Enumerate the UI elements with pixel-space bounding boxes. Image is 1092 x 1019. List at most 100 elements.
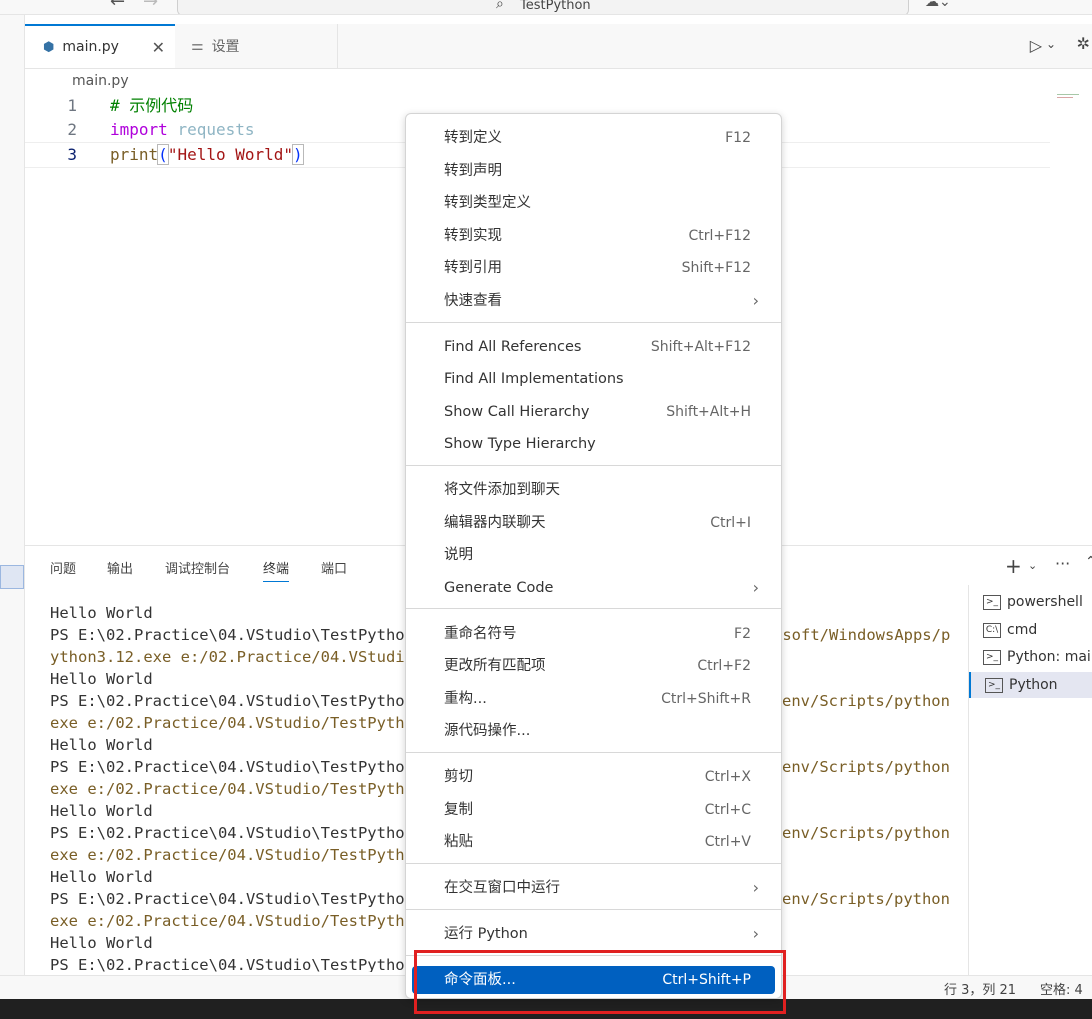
terminal-icon: >_ <box>983 594 1001 610</box>
chevron-right-icon: › <box>752 878 759 897</box>
debug-icon[interactable]: ✲ <box>1077 34 1090 53</box>
terminal-item-cmd[interactable]: C:\ cmd <box>969 617 1092 643</box>
activity-bar-edge <box>0 15 25 975</box>
terminal-line: Hello World <box>50 604 153 622</box>
tab-problems[interactable]: 问题 <box>50 558 76 577</box>
menu-separator <box>406 752 781 753</box>
terminal-item-python[interactable]: >_ Python <box>969 672 1092 698</box>
code-text: print("Hello World") <box>110 144 304 165</box>
cursor-position[interactable]: 行 3，列 21 <box>944 979 1016 998</box>
command-center-search[interactable]: ⌕ TestPython <box>177 0 909 14</box>
run-icon[interactable]: ▷ <box>1030 36 1042 55</box>
menu-item-run-in-interactive-window[interactable]: 在交互窗口中运行 › <box>412 874 775 902</box>
terminal-line: exe e:/02.Practice/04.VStudio/TestPython <box>50 714 424 732</box>
python-file-icon: ⬢ <box>43 39 55 55</box>
annotation-highlight-box <box>414 950 786 1014</box>
terminal-line: exe e:/02.Practice/04.VStudio/TestPython <box>50 846 424 864</box>
menu-item-go-to-definition[interactable]: 转到定义 F12 <box>412 124 775 152</box>
tab-settings[interactable]: ⚌ 设置 <box>177 24 338 68</box>
menu-item-go-to-references[interactable]: 转到引用 Shift+F12 <box>412 254 775 282</box>
menu-item-inline-chat[interactable]: 编辑器内联聊天 Ctrl+I <box>412 509 775 537</box>
terminal-item-python-main[interactable]: >_ Python: main <box>969 644 1092 670</box>
terminal-list: >_ powershell C:\ cmd >_ Python: main >_ Pyt… <box>968 585 1092 975</box>
tab-ports[interactable]: 端口 <box>321 558 347 577</box>
terminal-line-fragment: env/Scripts/python. <box>782 824 950 842</box>
terminal-line-fragment: env/Scripts/python. <box>782 692 950 710</box>
terminal-line: Hello World <box>50 802 153 820</box>
copilot-icon[interactable]: ☁⌄ <box>925 0 951 10</box>
breadcrumb[interactable]: main.py <box>72 73 129 89</box>
menu-item-peek[interactable]: 快速查看 › <box>412 287 775 315</box>
terminal-line: ython3.12.exe e:/02.Practice/04.VStudio/ <box>50 648 424 666</box>
menu-item-source-action[interactable]: 源代码操作... <box>412 717 775 745</box>
minimap[interactable] <box>1057 94 1079 102</box>
line-number: 2 <box>67 120 77 139</box>
menu-separator <box>406 909 781 910</box>
title-bar: ← → ⌕ TestPython ☁⌄ <box>0 0 1092 15</box>
tab-label: 设置 <box>211 39 240 55</box>
terminal-line: PS E:\02.Practice\04.VStudio\TestPython> <box>50 824 424 842</box>
indentation-status[interactable]: 空格: 4 <box>1040 979 1083 998</box>
terminal-item-powershell[interactable]: >_ powershell <box>969 589 1092 615</box>
menu-item-refactor[interactable]: 重构... Ctrl+Shift+R <box>412 685 775 713</box>
tab-output[interactable]: 输出 <box>107 558 133 577</box>
maximize-panel-icon[interactable]: ⌃ <box>1085 554 1092 570</box>
menu-item-change-all-occurrences[interactable]: 更改所有匹配项 Ctrl+F2 <box>412 652 775 680</box>
new-terminal-icon[interactable]: + <box>1005 554 1022 578</box>
more-actions-icon[interactable]: ··· <box>1055 554 1070 573</box>
chevron-right-icon: › <box>752 291 759 310</box>
menu-item-copy[interactable]: 复制 Ctrl+C <box>412 796 775 824</box>
menu-item-go-to-declaration[interactable]: 转到声明 <box>412 157 775 185</box>
sidebar-selection[interactable] <box>0 565 24 589</box>
line-number: 3 <box>67 145 77 164</box>
tab-terminal[interactable]: 终端 <box>263 558 290 582</box>
menu-item-show-type-hierarchy[interactable]: Show Type Hierarchy <box>412 430 775 458</box>
chevron-down-icon[interactable]: ⌄ <box>1028 559 1037 572</box>
menu-item-run-python[interactable]: 运行 Python › <box>412 920 775 948</box>
editor-context-menu: 转到定义 F12 转到声明 转到类型定义 转到实现 Ctrl+F12 转到引用 Shi… <box>405 113 782 999</box>
chevron-right-icon: › <box>752 924 759 943</box>
code-text: # 示例代码 <box>110 96 194 115</box>
menu-item-find-all-references[interactable]: Find All References Shift+Alt+F12 <box>412 333 775 361</box>
code-text: import requests <box>110 120 255 139</box>
editor-tabs: ⬢ main.py ✕ ⚌ 设置 ▷ ⌄ ✲ <box>25 24 1092 69</box>
menu-item-paste[interactable]: 粘贴 Ctrl+V <box>412 828 775 856</box>
back-arrow-icon[interactable]: ← <box>110 0 125 12</box>
terminal-line: exe e:/02.Practice/04.VStudio/TestPython <box>50 780 424 798</box>
menu-item-generate-code[interactable]: Generate Code › <box>412 574 775 602</box>
menu-item-rename-symbol[interactable]: 重命名符号 F2 <box>412 620 775 648</box>
terminal-line: PS E:\02.Practice\04.VStudio\TestPython> <box>50 626 424 644</box>
chevron-down-icon[interactable]: ⌄ <box>1046 37 1056 51</box>
terminal-line: Hello World <box>50 934 153 952</box>
tab-debug-console[interactable]: 调试控制台 <box>165 558 230 577</box>
terminal-line: exe e:/02.Practice/04.VStudio/TestPython <box>50 912 424 930</box>
menu-item-go-to-implementation[interactable]: 转到实现 Ctrl+F12 <box>412 222 775 250</box>
menu-item-add-file-to-chat[interactable]: 将文件添加到聊天 <box>412 476 775 504</box>
menu-item-go-to-type-definition[interactable]: 转到类型定义 <box>412 189 775 217</box>
menu-separator <box>406 322 781 323</box>
search-icon: ⌕ <box>496 0 504 12</box>
menu-item-find-all-implementations[interactable]: Find All Implementations <box>412 365 775 393</box>
menu-item-explain[interactable]: 说明 <box>412 541 775 569</box>
menu-separator <box>406 863 781 864</box>
menu-item-cut[interactable]: 剪切 Ctrl+X <box>412 763 775 791</box>
terminal-line: PS E:\02.Practice\04.VStudio\TestPython> <box>50 758 424 776</box>
terminal-line-fragment: env/Scripts/python. <box>782 758 950 776</box>
forward-arrow-icon[interactable]: → <box>143 0 158 12</box>
terminal-line-fragment: osoft/WindowsApps/p <box>773 626 950 644</box>
menu-separator <box>406 608 781 609</box>
terminal-line: Hello World <box>50 868 153 886</box>
close-icon[interactable]: ✕ <box>152 38 165 57</box>
chevron-right-icon: › <box>752 578 759 597</box>
terminal-line: PS E:\02.Practice\04.VStudio\TestPython> <box>50 890 424 908</box>
terminal-line: PS E:\02.Practice\04.VStudio\TestPython> <box>50 692 424 710</box>
terminal-icon: >_ <box>983 649 1001 665</box>
cmd-icon: C:\ <box>983 622 1001 638</box>
search-label: TestPython <box>520 0 591 13</box>
tab-label: main.py <box>62 39 119 55</box>
terminal-line: Hello World <box>50 736 153 754</box>
terminal-line-fragment: env/Scripts/python. <box>782 890 950 908</box>
menu-item-show-call-hierarchy[interactable]: Show Call Hierarchy Shift+Alt+H <box>412 398 775 426</box>
tab-main-py[interactable]: ⬢ main.py ✕ <box>25 24 175 68</box>
terminal-line: PS E:\02.Practice\04.VStudio\TestPython> <box>50 956 424 972</box>
